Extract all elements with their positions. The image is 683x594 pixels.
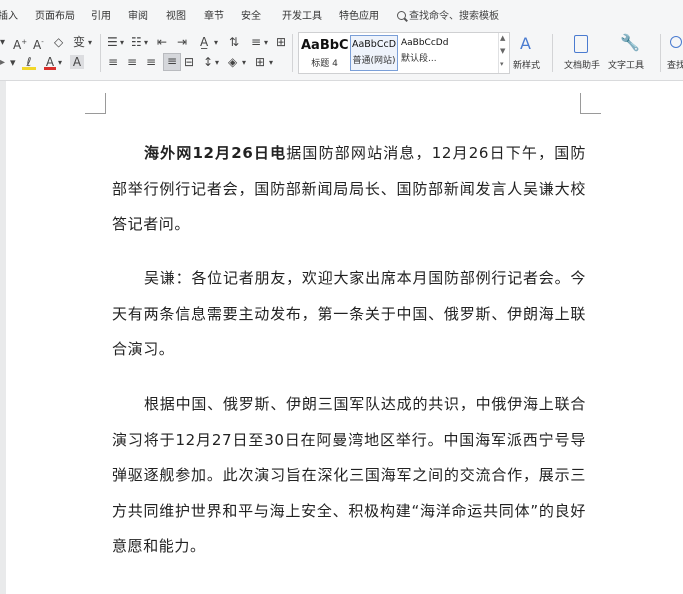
- highlight-color-icon[interactable]: ℓ: [22, 55, 36, 70]
- align-left-icon[interactable]: ≡: [108, 55, 118, 69]
- table-grid-icon[interactable]: ⊞: [276, 35, 286, 49]
- scroll-up-icon[interactable]: ▲: [500, 34, 505, 42]
- chinese-layout-icon[interactable]: A̲: [200, 35, 208, 49]
- shading-icon[interactable]: ◈: [228, 55, 237, 69]
- find-button[interactable]: 查找: [665, 34, 683, 74]
- phonetic-guide-icon[interactable]: 变: [73, 35, 85, 49]
- bullet-list-icon[interactable]: ☰: [107, 35, 118, 49]
- new-style-icon: A: [520, 34, 531, 53]
- shrink-font-icon[interactable]: A-: [33, 35, 44, 52]
- command-search[interactable]: 查找命令、搜索模板: [397, 7, 499, 22]
- new-style-button[interactable]: A 新样式: [513, 34, 544, 74]
- line-spacing-dropdown-icon[interactable]: ▾: [215, 56, 219, 70]
- tab-special-apps[interactable]: 特色应用: [339, 7, 379, 22]
- style-sample: AaBbCcDd: [401, 38, 449, 48]
- tab-page-layout[interactable]: 页面布局: [35, 7, 75, 22]
- separator: [100, 34, 101, 72]
- borders-icon[interactable]: ⊞: [255, 55, 265, 69]
- style-name: 标题 4: [311, 59, 338, 69]
- command-search-label: 查找命令、搜索模板: [409, 11, 499, 22]
- tab-view[interactable]: 视图: [166, 7, 186, 22]
- expand-gallery-icon[interactable]: ▾: [500, 60, 504, 68]
- document-page[interactable]: 海外网12月26日电据国防部网站消息，12月26日下午，国防部举行例行记者会，国…: [6, 81, 683, 594]
- doc-assistant-label: 文档助手: [564, 61, 601, 71]
- separator: [552, 34, 553, 72]
- font-color-icon[interactable]: A: [44, 55, 56, 70]
- increase-indent-icon[interactable]: ⇥: [177, 35, 187, 49]
- ribbon-tabs: 插入 页面布局 引用 审阅 视图 章节 安全 开发工具 特色应用 查找命令、搜索…: [0, 0, 683, 28]
- paragraph-3: 根据中国、俄罗斯、伊朗三国军队达成的共识，中俄伊海上联合演习将于12月27日至3…: [112, 395, 586, 555]
- paragraph-spacing-dropdown-icon[interactable]: ▾: [264, 36, 268, 50]
- sort-icon[interactable]: ⇅: [229, 35, 239, 49]
- highlight-dropdown-icon[interactable]: ▾: [10, 56, 16, 70]
- decrease-indent-icon[interactable]: ⇤: [157, 35, 167, 49]
- justify-icon[interactable]: ≡: [163, 53, 181, 71]
- tab-security[interactable]: 安全: [241, 7, 261, 22]
- doc-assistant-button[interactable]: 文档助手: [562, 34, 602, 74]
- align-center-icon[interactable]: ≡: [127, 55, 137, 69]
- clear-format-icon[interactable]: ◇: [54, 35, 63, 49]
- scroll-down-icon[interactable]: ▼: [500, 47, 505, 55]
- tab-insert[interactable]: 插入: [0, 7, 18, 22]
- line-spacing-icon[interactable]: ↕: [203, 55, 213, 69]
- shading-dropdown-icon[interactable]: ▾: [242, 56, 246, 70]
- underline-icon[interactable]: ▸: [0, 56, 5, 70]
- style-sample: AaBbCcD: [351, 39, 397, 50]
- style-name: 默认段...: [401, 54, 437, 64]
- style-name: 普通(网站): [352, 56, 396, 66]
- wrench-icon: 🔧: [620, 33, 640, 52]
- text-tools-button[interactable]: 🔧 文字工具: [606, 33, 652, 74]
- grow-font-icon[interactable]: A+: [13, 35, 27, 52]
- search-icon: [397, 11, 406, 20]
- style-heading-4[interactable]: AaBbC 标题 4: [301, 35, 348, 70]
- margin-corner-left: [85, 93, 106, 114]
- new-style-label: 新样式: [513, 61, 541, 71]
- paragraph-1: 海外网12月26日电据国防部网站消息，12月26日下午，国防部举行例行记者会，国…: [112, 136, 586, 243]
- phonetic-dropdown-icon[interactable]: ▾: [88, 36, 92, 50]
- paragraph-1-lead: 海外网12月26日电: [144, 144, 287, 162]
- style-default-paragraph[interactable]: AaBbCcDd 默认段...: [399, 35, 461, 70]
- find-icon: [670, 36, 682, 48]
- paragraph-2: 吴谦：各位记者朋友，欢迎大家出席本月国防部例行记者会。今天有两条信息需要主动发布…: [112, 269, 586, 358]
- font-size-dropdown-arrow[interactable]: ▾: [0, 36, 5, 50]
- style-sample: AaBbC: [301, 38, 348, 53]
- ribbon: 插入 页面布局 引用 审阅 视图 章节 安全 开发工具 特色应用 查找命令、搜索…: [0, 0, 683, 81]
- style-gallery-scroll[interactable]: ▲ ▼ ▾: [498, 33, 509, 73]
- numbered-list-dropdown-icon[interactable]: ▾: [144, 36, 148, 50]
- align-right-icon[interactable]: ≡: [146, 55, 156, 69]
- bullet-list-dropdown-icon[interactable]: ▾: [120, 36, 124, 50]
- chinese-layout-dropdown-icon[interactable]: ▾: [214, 36, 218, 50]
- font-color-dropdown-icon[interactable]: ▾: [58, 56, 62, 70]
- tab-review[interactable]: 审阅: [128, 7, 148, 22]
- text-tools-label: 文字工具: [608, 61, 645, 71]
- numbered-list-icon[interactable]: ☷: [131, 35, 142, 49]
- tab-chapter[interactable]: 章节: [204, 7, 224, 22]
- margin-corner-right: [580, 93, 601, 114]
- doc-assistant-icon: [574, 35, 588, 53]
- tab-references[interactable]: 引用: [91, 7, 111, 22]
- tab-developer-tools[interactable]: 开发工具: [282, 7, 322, 22]
- style-normal-web[interactable]: AaBbCcD 普通(网站): [350, 35, 398, 71]
- separator: [292, 34, 293, 72]
- separator: [660, 34, 661, 72]
- borders-dropdown-icon[interactable]: ▾: [269, 56, 273, 70]
- distributed-align-icon[interactable]: ⊟: [184, 55, 194, 69]
- char-shading-icon[interactable]: A: [70, 55, 84, 69]
- find-label: 查找: [667, 61, 683, 71]
- style-gallery: AaBbC 标题 4 AaBbCcD 普通(网站) AaBbCcDd 默认段..…: [298, 32, 510, 74]
- paragraph-spacing-icon[interactable]: ≡: [251, 35, 261, 49]
